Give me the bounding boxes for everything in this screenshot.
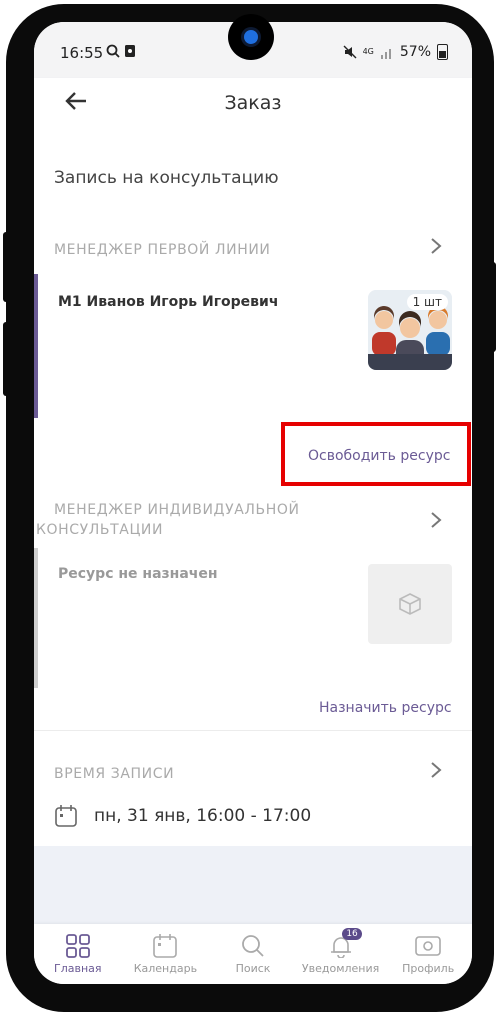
signal-icon [380,49,391,59]
date-row: пн, 31 янв, 16:00 - 17:00 [54,804,311,828]
unassigned-resource-name: Ресурс не назначен [58,566,218,582]
calendar-icon [55,805,77,827]
chevron-right-icon [431,512,442,528]
quantity-badge: 1 шт [406,294,448,310]
search-icon [106,44,120,58]
tab-label: Главная [54,962,102,975]
chevron-right-icon [431,238,442,254]
tab-search[interactable]: Поиск [209,924,297,984]
tab-label: Поиск [235,962,271,975]
battery-icon [437,44,448,60]
resource-name: М1 Иванов Игорь Игоревич [58,294,279,310]
volume-button [3,322,9,396]
assigned-accent-bar [34,274,38,418]
page-title: Заказ [224,92,282,114]
tab-label: Уведомления [301,962,380,975]
status-icons [106,44,136,62]
mute-icon [343,45,357,59]
status-time: 16:55 [60,44,104,62]
tab-label: Календарь [133,962,198,975]
power-button [490,262,496,352]
section-title: Запись на консультацию [54,168,279,188]
tab-calendar[interactable]: Календарь [122,924,210,984]
cube-icon [399,593,421,615]
time-chevron[interactable] [430,760,442,785]
tab-home[interactable]: Главная [34,924,122,984]
time-label: ВРЕМЯ ЗАПИСИ [54,766,175,782]
status-right: 4G 57% [343,44,448,60]
assign-resource-button[interactable]: Назначить ресурс [319,700,452,716]
chevron-right-icon [431,762,442,778]
screenshot-icon [125,45,136,57]
first-line-label: МЕНЕДЖЕР ПЕРВОЙ ЛИНИИ [54,242,271,258]
search-icon [242,935,264,957]
individual-label-line2: КОНСУЛЬТАЦИИ [36,522,164,538]
calendar-icon [153,934,178,958]
grid-icon [65,934,90,958]
first-line-chevron[interactable] [430,236,442,261]
notification-count-badge: 16 [342,928,362,940]
front-camera [228,14,274,60]
screen: 16:55 4G 57% Заказ Запись на консультаци… [34,22,472,984]
resource-image[interactable]: 1 шт [368,290,452,370]
order-content: Запись на консультацию МЕНЕДЖЕР ПЕРВОЙ Л… [34,130,472,849]
tab-label: Профиль [402,962,455,975]
unassigned-accent-bar [34,548,38,688]
divider [34,730,472,731]
highlight-box [281,422,471,486]
profile-icon [415,936,441,956]
app-header: Заказ [34,78,472,130]
bottom-tab-bar: Главная Календарь Поиск 16 Уведомления П… [34,924,472,984]
battery-percent: 57% [399,44,431,60]
individual-chevron[interactable] [430,510,442,535]
tab-profile[interactable]: Профиль [384,924,472,984]
volume-button [3,232,9,302]
network-type: 4G [362,47,374,56]
empty-resource-image[interactable] [368,564,452,644]
individual-label-line1: МЕНЕДЖЕР ИНДИВИДУАЛЬНОЙ [54,502,300,518]
tab-notifications[interactable]: 16 Уведомления [297,924,385,984]
empty-area [34,846,472,924]
appointment-time: пн, 31 янв, 16:00 - 17:00 [94,806,312,826]
